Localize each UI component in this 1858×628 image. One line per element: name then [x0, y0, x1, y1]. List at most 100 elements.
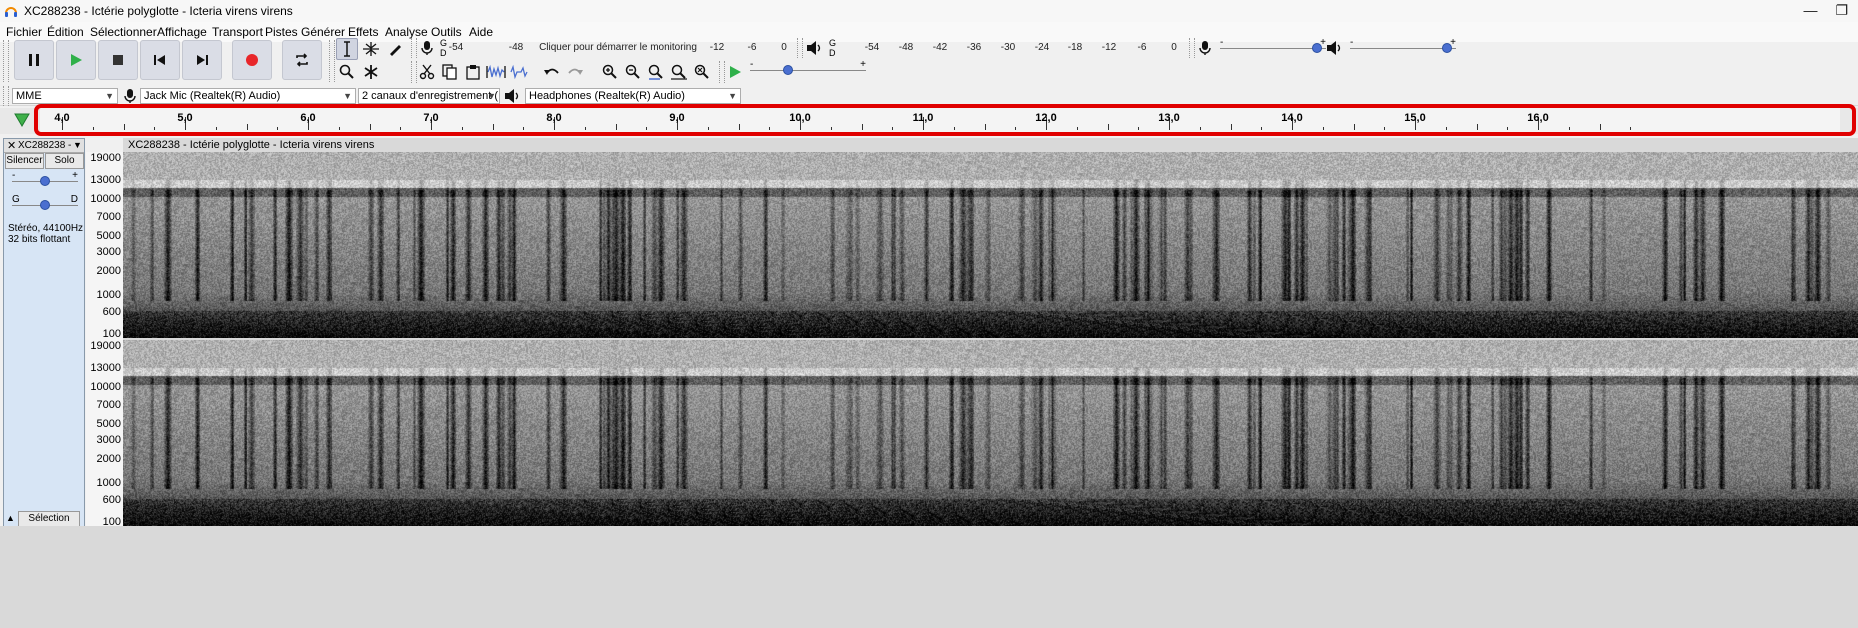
recording-volume-slider[interactable]: - +	[1220, 37, 1326, 56]
restore-button[interactable]: ❐	[1835, 2, 1848, 19]
zoom-in-button[interactable]	[599, 61, 621, 83]
menu-file[interactable]: Fichier	[6, 25, 42, 39]
menu-help[interactable]: Aide	[469, 25, 493, 39]
track-menu-chevron-icon[interactable]: ▼	[73, 140, 82, 150]
redo-button[interactable]	[564, 61, 586, 83]
playback-meter[interactable]: -54 -48 -42 -36 -30 -24 -18 -12 -6 0	[840, 38, 1180, 60]
menu-edit[interactable]: Édition	[47, 25, 84, 39]
recording-channels-value: 2 canaux d'enregistrement (	[362, 90, 499, 102]
frequency-label: 2000	[96, 265, 121, 278]
recording-volume-icon	[1199, 41, 1211, 55]
track-sample-rate: Stéréo, 44100Hz	[8, 223, 84, 234]
window-title: XC288238 - Ictérie polyglotte - Icteria …	[24, 4, 293, 18]
playback-device-select[interactable]: Headphones (Realtek(R) Audio) ▼	[525, 88, 741, 104]
frequency-label: 19000	[90, 339, 121, 352]
paste-button[interactable]	[462, 61, 484, 83]
undo-button[interactable]	[541, 61, 563, 83]
envelope-tool-button[interactable]	[360, 38, 382, 60]
audacity-logo-icon	[5, 7, 17, 17]
meter-tick: -12	[709, 42, 725, 53]
frequency-label: 10000	[90, 380, 121, 393]
meter-left-channel-label: G	[829, 38, 837, 48]
track-area-background	[0, 526, 1858, 628]
stop-button[interactable]	[98, 40, 138, 80]
frequency-label: 10000	[90, 192, 121, 205]
zoom-toggle-button[interactable]	[691, 61, 713, 83]
meter-right-channel-label: D	[440, 48, 447, 58]
loop-button[interactable]	[282, 40, 322, 80]
play-at-speed-button[interactable]	[724, 61, 746, 83]
slider-thumb[interactable]	[1442, 43, 1452, 53]
record-icon	[246, 54, 258, 66]
meter-tick: -30	[1000, 42, 1016, 53]
paste-icon	[466, 65, 480, 80]
slider-thumb[interactable]	[40, 200, 50, 210]
gain-slider[interactable]: - +	[12, 170, 78, 189]
play-head-triangle-icon[interactable]	[14, 113, 30, 127]
cut-button[interactable]	[416, 61, 438, 83]
skip-to-start-button[interactable]	[140, 40, 180, 80]
monitor-prompt[interactable]: Cliquer pour démarrer le monitoring	[539, 42, 697, 53]
recording-meter-grip[interactable]	[411, 38, 417, 58]
audio-host-select[interactable]: MME ▼	[12, 88, 118, 104]
spectrogram-left-channel[interactable]	[123, 152, 1858, 338]
playback-meter-grip[interactable]	[797, 38, 803, 58]
envelope-icon	[363, 42, 379, 56]
slider-thumb[interactable]	[783, 65, 794, 75]
skip-to-end-button[interactable]	[182, 40, 222, 80]
close-track-icon[interactable]: ✕	[7, 139, 16, 152]
pan-slider[interactable]: G D	[12, 194, 78, 213]
meter-tick: -12	[1101, 42, 1117, 53]
menu-tools[interactable]: Outils	[431, 25, 462, 39]
collapse-track-icon[interactable]: ▲	[6, 513, 15, 523]
pause-button[interactable]	[14, 40, 54, 80]
record-button[interactable]	[232, 40, 272, 80]
microphone-icon	[124, 89, 136, 103]
selection-tool-button[interactable]	[336, 38, 358, 60]
slider-minus-label: -	[1220, 37, 1224, 48]
trim-icon	[486, 64, 506, 79]
slider-thumb[interactable]	[40, 176, 50, 186]
slider-thumb[interactable]	[1312, 43, 1322, 53]
mixer-toolbar-grip[interactable]	[1189, 38, 1195, 58]
recording-channels-select[interactable]: 2 canaux d'enregistrement ( ▼	[358, 88, 500, 104]
device-toolbar-grip[interactable]	[3, 86, 9, 106]
track-name[interactable]: XC288238 -	[18, 140, 71, 151]
menu-effects[interactable]: Effets	[348, 25, 378, 39]
silence-audio-button[interactable]	[508, 61, 530, 83]
recording-meter[interactable]: -54 -48 Cliquer pour démarrer le monitor…	[448, 38, 790, 60]
mute-button[interactable]: Silencer	[5, 153, 44, 169]
trim-audio-button[interactable]	[485, 61, 507, 83]
play-button[interactable]	[56, 40, 96, 80]
menu-transport[interactable]: Transport	[212, 25, 263, 39]
fit-project-button[interactable]	[668, 61, 690, 83]
zoom-tool-button[interactable]	[336, 61, 358, 83]
clip-title[interactable]: XC288238 - Ictérie polyglotte - Icteria …	[128, 139, 374, 151]
minimize-button[interactable]: —	[1803, 2, 1817, 19]
menu-tracks[interactable]: Pistes	[265, 25, 298, 39]
zoom-out-icon	[625, 64, 640, 79]
meter-tick: -54	[448, 42, 464, 53]
copy-button[interactable]	[439, 61, 461, 83]
recording-device-select[interactable]: Jack Mic (Realtek(R) Audio) ▼	[140, 88, 356, 104]
select-track-button[interactable]: Sélection	[18, 511, 80, 527]
solo-button[interactable]: Solo	[45, 153, 84, 169]
draw-tool-button[interactable]	[384, 38, 406, 60]
multi-tool-button[interactable]	[360, 61, 382, 83]
track-header: ✕ XC288238 - ▼	[4, 139, 84, 153]
tools-toolbar-grip[interactable]	[329, 40, 335, 82]
transport-toolbar-grip[interactable]	[3, 40, 9, 82]
menu-select[interactable]: Sélectionner	[90, 25, 157, 39]
playback-volume-slider[interactable]: - +	[1350, 37, 1456, 56]
frequency-label: 600	[102, 493, 121, 506]
spectrogram-right-channel[interactable]	[123, 340, 1858, 526]
pan-left-label: G	[12, 194, 20, 205]
menu-generate[interactable]: Générer	[301, 25, 345, 39]
fit-selection-button[interactable]	[645, 61, 667, 83]
menu-analyze[interactable]: Analyse	[385, 25, 428, 39]
frequency-label: 3000	[96, 246, 121, 259]
menu-view[interactable]: Affichage	[157, 25, 207, 39]
zoom-out-button[interactable]	[622, 61, 644, 83]
copy-icon	[442, 64, 457, 80]
playback-speed-slider[interactable]: - +	[750, 59, 866, 78]
